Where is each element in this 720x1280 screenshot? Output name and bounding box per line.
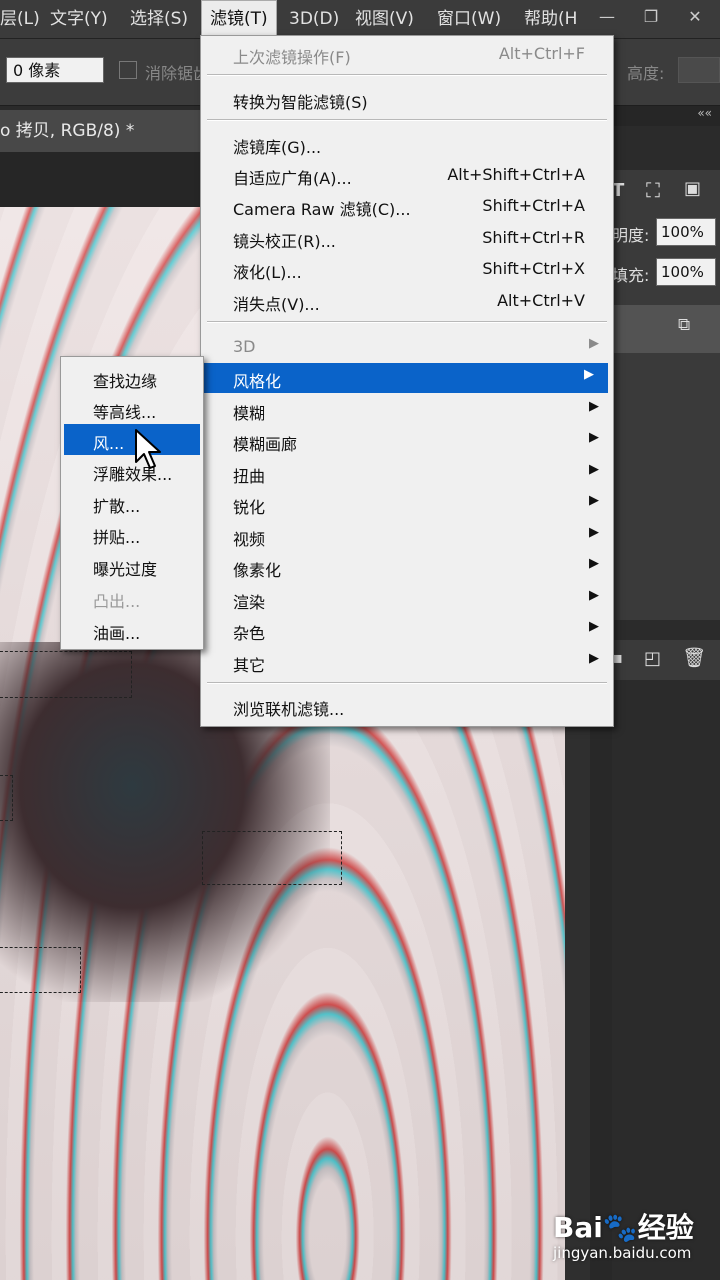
submenu-item-emboss[interactable]: 浮雕效果... — [61, 455, 203, 486]
menu-item-noise[interactable]: 杂色 ▶ — [201, 615, 613, 645]
menu-item-adaptive-wide-angle[interactable]: 自适应广角(A)... Alt+Shift+Ctrl+A — [201, 160, 613, 190]
fill-label: 填充: — [612, 266, 650, 285]
minimize-icon[interactable]: — — [594, 6, 620, 28]
menu-item-blur-gallery[interactable]: 模糊画廊 ▶ — [201, 426, 613, 456]
menu-separator — [207, 119, 607, 121]
transform-icon[interactable]: ⛶ — [646, 178, 660, 202]
selection-marquee — [202, 831, 342, 885]
feather-input[interactable]: 0 像素 — [6, 57, 104, 83]
menu-separator — [207, 682, 607, 684]
menu-item-distort[interactable]: 扭曲 ▶ — [201, 458, 613, 488]
menu-type[interactable]: 文字(Y) — [50, 0, 108, 38]
submenu-item-extrude[interactable]: 凸出... — [61, 582, 203, 613]
layers-panel: T ⛶ ▣ 明度: 100% 填充: 100% — [612, 170, 720, 620]
menu-view[interactable]: 视图(V) — [355, 0, 414, 38]
menu-item-convert-smart-filter[interactable]: 转换为智能滤镜(S) — [201, 84, 613, 114]
menu-item-filter-gallery[interactable]: 滤镜库(G)... — [201, 129, 613, 159]
menu-item-vanishing-point[interactable]: 消失点(V)... Alt+Ctrl+V — [201, 286, 613, 316]
opacity-input[interactable]: 100% — [656, 218, 716, 246]
document-tab-title: o 拷贝, RGB/8) * — [0, 121, 135, 141]
menu-item-video[interactable]: 视频 ▶ — [201, 521, 613, 551]
close-icon[interactable]: ✕ — [682, 6, 708, 28]
stylize-submenu: 查找边缘 等高线... 风... 浮雕效果... 扩散... 拼贴... 曝光过… — [60, 356, 204, 650]
filter-menu: 上次滤镜操作(F) Alt+Ctrl+F 转换为智能滤镜(S) 滤镜库(G)...… — [200, 35, 614, 727]
watermark-logo: Bai🐾经验 — [553, 1211, 694, 1244]
submenu-item-solarize[interactable]: 曝光过度 — [61, 550, 203, 581]
menu-item-pixelate[interactable]: 像素化 ▶ — [201, 552, 613, 582]
menu-item-other[interactable]: 其它 ▶ — [201, 647, 613, 677]
menu-3d[interactable]: 3D(D) — [289, 0, 339, 38]
antialias-checkbox[interactable] — [119, 61, 137, 79]
submenu-item-contour[interactable]: 等高线... — [61, 393, 203, 424]
restore-icon[interactable]: ❐ — [638, 6, 664, 28]
height-label: 高度: — [627, 64, 665, 83]
submenu-item-diffuse[interactable]: 扩散... — [61, 487, 203, 518]
baidu-jingyan-watermark: Bai🐾经验 jingyan.baidu.com — [553, 1202, 713, 1268]
submenu-arrow-icon: ▶ — [589, 588, 599, 603]
watermark-url: jingyan.baidu.com — [553, 1244, 692, 1262]
document-tab[interactable]: o 拷贝, RGB/8) * — [0, 110, 210, 152]
menu-item-blur[interactable]: 模糊 ▶ — [201, 395, 613, 425]
submenu-arrow-icon: ▶ — [589, 493, 599, 508]
submenu-arrow-icon: ▶ — [589, 462, 599, 477]
menu-select[interactable]: 选择(S) — [130, 0, 188, 38]
submenu-arrow-icon: ▶ — [584, 367, 594, 382]
mouse-cursor-icon — [135, 429, 161, 469]
menu-help[interactable]: 帮助(H — [524, 0, 580, 38]
menu-item-sharpen[interactable]: 锐化 ▶ — [201, 489, 613, 519]
menu-item-browse-online[interactable]: 浏览联机滤镜... — [201, 691, 613, 721]
submenu-item-tiles[interactable]: 拼贴... — [61, 518, 203, 549]
opacity-label: 明度: — [612, 226, 650, 245]
smart-object-icon[interactable]: ▣ — [684, 178, 701, 199]
submenu-arrow-icon: ▶ — [589, 619, 599, 634]
panel-header: «« — [612, 106, 720, 126]
menu-layer[interactable]: 层(L) — [0, 0, 40, 38]
menu-item-render[interactable]: 渲染 ▶ — [201, 584, 613, 614]
menu-item-stylize[interactable]: 风格化 ▶ — [204, 363, 608, 393]
submenu-arrow-icon: ▶ — [589, 399, 599, 414]
menu-separator — [207, 321, 607, 323]
menu-bar: 层(L) 文字(Y) 选择(S) 滤镜(T) 3D(D) 视图(V) 窗口(W)… — [0, 0, 720, 39]
selection-marquee — [0, 651, 132, 698]
menu-item-camera-raw[interactable]: Camera Raw 滤镜(C)... Shift+Ctrl+A — [201, 191, 613, 221]
submenu-arrow-icon: ▶ — [589, 430, 599, 445]
layer-link-icon: ⧉ — [678, 315, 691, 335]
submenu-arrow-icon: ▶ — [589, 525, 599, 540]
new-layer-icon[interactable]: ◰ — [644, 648, 661, 669]
submenu-arrow-icon: ▶ — [589, 651, 599, 666]
antialias-label: 消除锯齿 — [145, 64, 200, 83]
submenu-item-find-edges[interactable]: 查找边缘 — [61, 362, 203, 393]
submenu-item-oil-paint[interactable]: 油画... — [61, 614, 203, 645]
submenu-arrow-icon: ▶ — [589, 556, 599, 571]
height-input[interactable] — [678, 57, 720, 83]
selection-marquee — [0, 947, 81, 993]
menu-item-liquify[interactable]: 液化(L)... Shift+Ctrl+X — [201, 254, 613, 284]
vertical-scrollbar[interactable] — [565, 720, 590, 1280]
menu-filter[interactable]: 滤镜(T) — [201, 0, 277, 38]
trash-icon[interactable]: 🗑 — [682, 646, 706, 669]
menu-item-3d[interactable]: 3D ▶ — [201, 332, 613, 362]
selection-marquee — [0, 775, 13, 821]
layer-row[interactable]: ⧉ — [612, 305, 720, 353]
layers-panel-footer: ▪ ◰ 🗑 — [612, 640, 720, 680]
submenu-arrow-icon: ▶ — [589, 336, 599, 351]
menu-item-lens-correction[interactable]: 镜头校正(R)... Shift+Ctrl+R — [201, 223, 613, 253]
menu-separator — [207, 74, 607, 76]
menu-window[interactable]: 窗口(W) — [437, 0, 501, 38]
fill-input[interactable]: 100% — [656, 258, 716, 286]
menu-item-last-filter[interactable]: 上次滤镜操作(F) Alt+Ctrl+F — [201, 39, 613, 69]
collapse-icon[interactable]: «« — [697, 106, 712, 120]
submenu-item-wind[interactable]: 风... — [64, 424, 200, 455]
